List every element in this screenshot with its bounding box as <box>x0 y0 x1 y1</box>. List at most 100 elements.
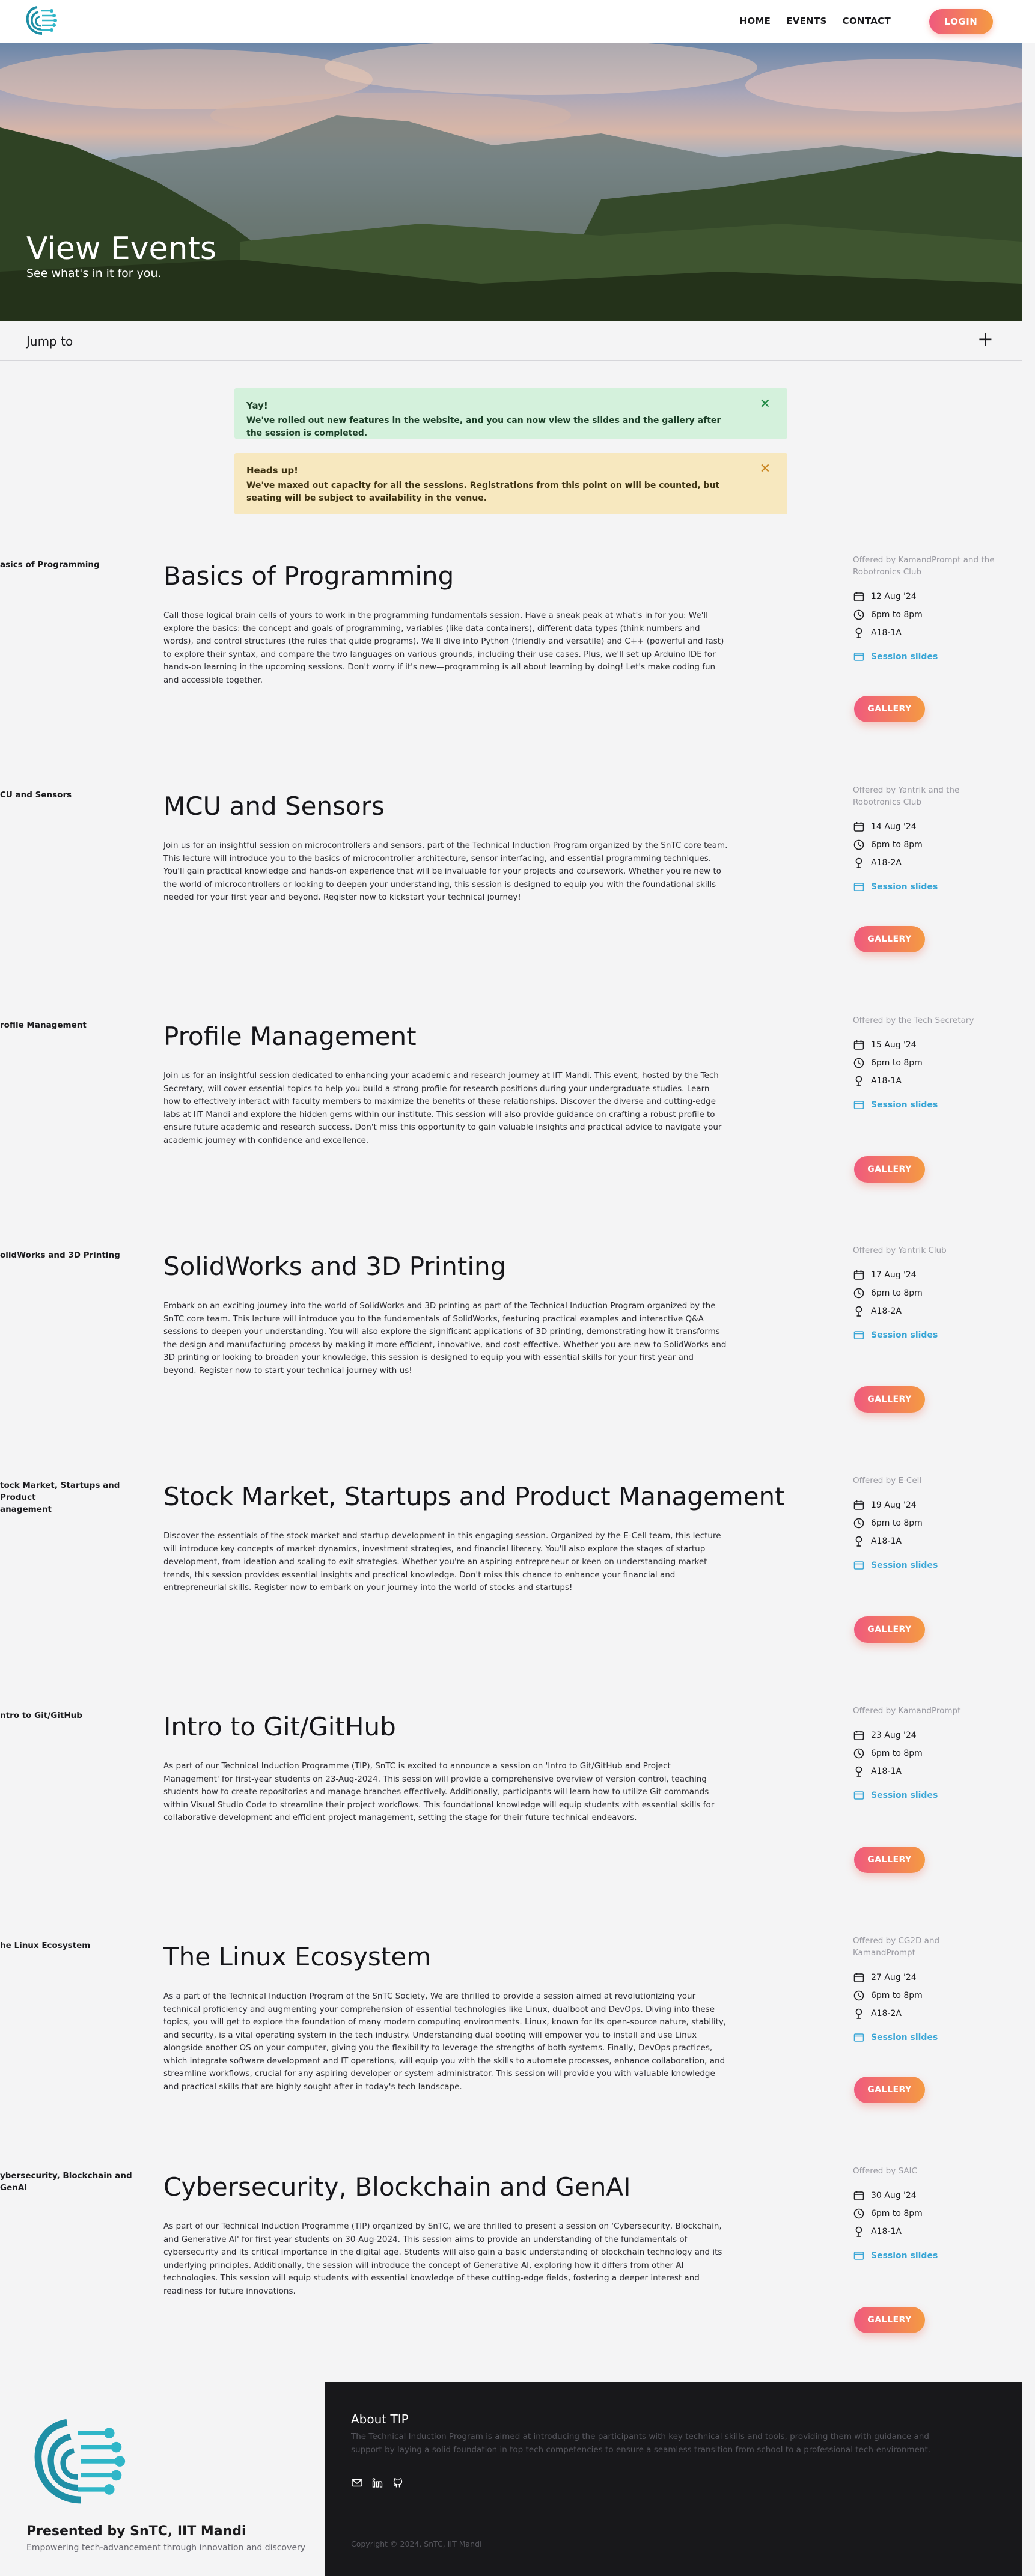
session-slides-link[interactable]: Session slides <box>853 2029 999 2047</box>
session-side-label[interactable]: asics of Programming <box>0 559 138 571</box>
session-details: Offered by Yantrik Club 17 Aug '24 6pm t… <box>843 1244 999 1443</box>
close-icon[interactable]: ✕ <box>760 463 771 476</box>
alert-title: Yay! <box>246 400 268 411</box>
offered-by: Offered by KamandPrompt <box>853 1706 961 1716</box>
date-text: 14 Aug '24 <box>871 822 917 832</box>
session-details: Offered by KamandPrompt 23 Aug '24 6pm t… <box>843 1705 999 1903</box>
session-card: tock Market, Startups and Product anageme… <box>0 1475 1035 1710</box>
location-pin-icon <box>855 1306 862 1317</box>
sntc-logo[interactable] <box>24 4 58 38</box>
clock-icon <box>853 839 864 850</box>
calendar-icon <box>853 1973 864 1982</box>
session-side-label[interactable]: olidWorks and 3D Printing <box>0 1249 138 1261</box>
session-description: Join us for an insightful session on mic… <box>163 841 728 902</box>
gallery-button[interactable]: GALLERY <box>854 696 925 722</box>
date-text: 12 Aug '24 <box>871 592 917 601</box>
about-title: About TIP <box>351 2412 409 2426</box>
session-slides-link[interactable]: Session slides <box>853 878 999 896</box>
session-slides-link[interactable]: Session slides <box>853 1326 999 1344</box>
success-alert: Yay! We've rolled out new features in th… <box>234 388 787 439</box>
gallery-button[interactable]: GALLERY <box>854 1847 925 1873</box>
social-links <box>351 2477 404 2489</box>
slides-label[interactable]: Session slides <box>871 2033 938 2042</box>
venue-text: A18-1A <box>871 1076 902 1086</box>
clock-icon <box>853 2208 864 2219</box>
session-time: 6pm to 8pm <box>853 1744 999 1762</box>
calendar-icon <box>853 1731 864 1740</box>
session-side-label[interactable]: ybersecurity, Blockchain and GenAI <box>0 2170 138 2194</box>
venue-text: A18-1A <box>871 2227 902 2236</box>
gallery-button[interactable]: GALLERY <box>854 2077 925 2103</box>
session-title: SolidWorks and 3D Printing <box>163 1252 507 1281</box>
calendar-icon <box>853 822 864 832</box>
slides-label[interactable]: Session slides <box>871 652 938 662</box>
session-time: 6pm to 8pm <box>853 1284 999 1302</box>
session-details: Offered by KamandPrompt and the Robotron… <box>843 554 999 752</box>
session-time: 6pm to 8pm <box>853 1987 999 2005</box>
session-details: Offered by E-Cell 19 Aug '24 6pm to 8pm … <box>843 1475 999 1673</box>
slides-label[interactable]: Session slides <box>871 1561 938 1570</box>
session-venue: A18-2A <box>853 1302 999 1320</box>
session-card: rofile Management Profile Management Joi… <box>0 1014 1035 1249</box>
slides-label[interactable]: Session slides <box>871 882 938 892</box>
session-slides-link[interactable]: Session slides <box>853 1096 999 1114</box>
session-description: Call those logical brain cells of yours … <box>163 611 724 685</box>
sntc-logo <box>34 2419 126 2504</box>
copyright-text: Copyright © 2024, SnTC, IIT Mandi <box>351 2539 482 2548</box>
nav-link-contact[interactable]: CONTACT <box>843 16 891 26</box>
venue-text: A18-2A <box>871 1306 902 1316</box>
github-icon[interactable] <box>392 2477 404 2489</box>
session-date: 23 Aug '24 <box>853 1726 999 1744</box>
venue-text: A18-1A <box>871 1767 902 1776</box>
session-side-label[interactable]: ntro to Git/GitHub <box>0 1710 138 1722</box>
session-details: Offered by CG2D and KamandPrompt 27 Aug … <box>843 1935 999 2133</box>
session-date: 14 Aug '24 <box>853 818 999 836</box>
gallery-button[interactable]: GALLERY <box>854 1386 925 1413</box>
time-text: 6pm to 8pm <box>871 610 923 620</box>
nav-link-home[interactable]: HOME <box>739 16 771 26</box>
session-date: 27 Aug '24 <box>853 1969 999 1987</box>
plus-icon[interactable]: + <box>977 329 994 349</box>
login-button[interactable]: LOGIN <box>929 9 993 34</box>
jump-to-accordion[interactable]: Jump to + <box>0 321 1022 361</box>
slides-icon <box>853 1561 864 1570</box>
session-side-label[interactable]: tock Market, Startups and Product anageme… <box>0 1479 138 1515</box>
footer-org-name: Presented by SnTC, IIT Mandi <box>26 2524 246 2539</box>
calendar-icon <box>853 2191 864 2200</box>
session-slides-link[interactable]: Session slides <box>853 1556 999 1574</box>
linkedin-icon[interactable] <box>371 2477 383 2489</box>
gallery-button[interactable]: GALLERY <box>854 926 925 952</box>
session-card: he Linux Ecosystem The Linux Ecosystem A… <box>0 1935 1035 2170</box>
mail-icon[interactable] <box>351 2477 363 2489</box>
location-pin-icon <box>855 1766 862 1777</box>
offered-by: Offered by E-Cell <box>853 1476 922 1485</box>
session-slides-link[interactable]: Session slides <box>853 1786 999 1804</box>
session-slides-link[interactable]: Session slides <box>853 2247 999 2265</box>
session-side-label[interactable]: he Linux Ecosystem <box>0 1940 138 1952</box>
slides-label[interactable]: Session slides <box>871 2251 938 2261</box>
gallery-button[interactable]: GALLERY <box>854 1156 925 1183</box>
venue-text: A18-1A <box>871 628 902 638</box>
date-text: 23 Aug '24 <box>871 1731 917 1740</box>
slides-label[interactable]: Session slides <box>871 1791 938 1800</box>
gallery-button[interactable]: GALLERY <box>854 1616 925 1643</box>
clock-icon <box>853 609 864 620</box>
hero-subtitle: See what's in it for you. <box>26 267 162 280</box>
gallery-button[interactable]: GALLERY <box>854 2307 925 2333</box>
session-side-label[interactable]: CU and Sensors <box>0 789 138 801</box>
offered-by: Offered by the Tech Secretary <box>853 1015 974 1025</box>
session-details: Offered by Yantrik and the Robotronics C… <box>843 784 999 982</box>
session-slides-link[interactable]: Session slides <box>853 648 999 666</box>
slides-label[interactable]: Session slides <box>871 1100 938 1110</box>
close-icon[interactable]: ✕ <box>760 398 771 411</box>
session-date: 30 Aug '24 <box>853 2187 999 2205</box>
clock-icon <box>853 1990 864 2001</box>
hero-banner: View Events See what's in it for you. <box>0 43 1022 321</box>
session-card: asics of Programming Basics of Programmi… <box>0 554 1035 789</box>
time-text: 6pm to 8pm <box>871 2209 923 2218</box>
warning-alert: Heads up! We've maxed out capacity for a… <box>234 453 787 514</box>
session-side-label[interactable]: rofile Management <box>0 1019 138 1031</box>
slides-label[interactable]: Session slides <box>871 1330 938 1340</box>
nav-link-events[interactable]: EVENTS <box>786 16 827 26</box>
location-pin-icon <box>855 627 862 638</box>
